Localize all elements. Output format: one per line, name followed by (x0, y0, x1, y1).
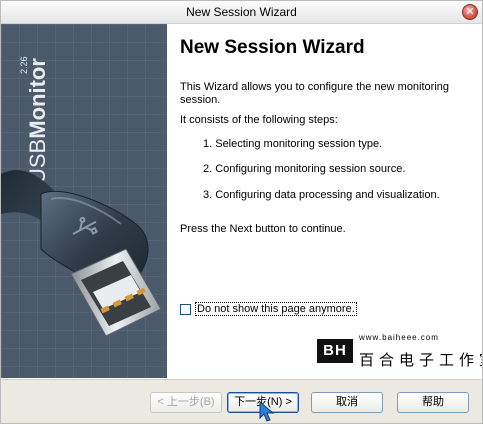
close-button[interactable]: ✕ (462, 4, 478, 20)
title-bar[interactable]: New Session Wizard ✕ (1, 1, 482, 24)
button-bar: < 上一步(B) 下一步(N) > 取消 帮助 (1, 379, 482, 423)
step-item: 2. Configuring monitoring session source… (203, 163, 406, 175)
close-icon: ✕ (465, 6, 475, 18)
step-item: 1. Selecting monitoring session type. (203, 138, 383, 150)
dont-show-again-label[interactable]: Do not show this page anymore. (195, 302, 357, 316)
page-title: New Session Wizard (180, 37, 365, 58)
watermark: BH www.baiheee.com 百合电子工作室 (317, 333, 482, 381)
back-button[interactable]: < 上一步(B) (150, 392, 222, 413)
steps-intro-text: It consists of the following steps: (180, 114, 338, 126)
wizard-window: New Session Wizard ✕ USBMonitor 2.26 New… (0, 0, 483, 424)
watermark-logo: BH (317, 339, 353, 363)
wizard-content: New Session Wizard This Wizard allows yo… (167, 24, 482, 378)
intro-text: This Wizard allows you to configure the … (180, 81, 450, 106)
watermark-text: 百合电子工作室 (359, 352, 482, 369)
cancel-button[interactable]: 取消 (311, 392, 383, 413)
window-title: New Session Wizard (186, 5, 297, 19)
dont-show-again-row[interactable]: Do not show this page anymore. (180, 302, 357, 316)
continue-text: Press the Next button to continue. (180, 223, 346, 235)
mouse-pointer-icon (259, 401, 275, 422)
dont-show-again-checkbox[interactable] (180, 303, 191, 315)
usb-plug-icon (1, 170, 162, 337)
watermark-url: www.baiheee.com (359, 333, 439, 342)
step-item: 3. Configuring data processing and visua… (203, 189, 440, 201)
help-button[interactable]: 帮助 (397, 392, 469, 413)
wizard-side-banner: USBMonitor 2.26 (1, 24, 167, 378)
